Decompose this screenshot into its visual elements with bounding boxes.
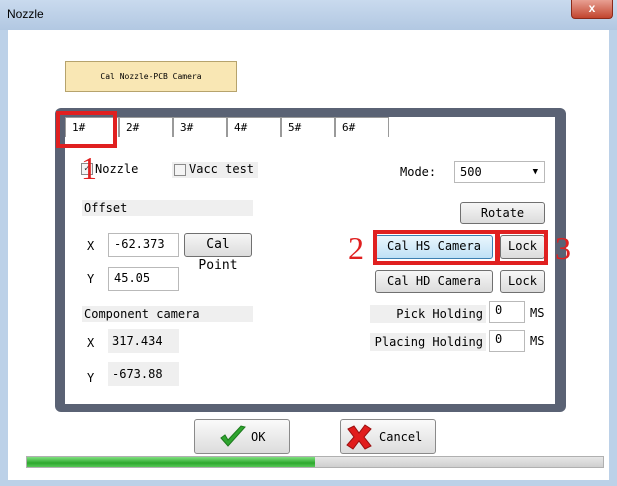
mode-value: 500 [460,165,482,179]
tab-6[interactable]: 6# [335,117,389,137]
mode-label: Mode: [400,165,437,179]
cal-nozzle-pcb-camera-button[interactable]: Cal Nozzle-PCB Camera [65,61,237,92]
cal-hd-camera-button[interactable]: Cal HD Camera [375,270,493,293]
pick-holding-label: Pick Holding [370,305,486,323]
mode-select[interactable]: 500 ▼ [454,161,545,183]
annotation-number-1: 1 [81,150,97,186]
annotation-number-2: 2 [348,230,364,266]
annotation-box-2 [373,230,499,265]
pick-holding-unit: MS [530,306,545,320]
cancel-button[interactable]: Cancel [340,419,436,454]
red-x-icon [346,424,372,450]
nozzle-window: Nozzle x Cal Nozzle-PCB Camera 1# 2# 3# … [0,0,617,486]
tab-3[interactable]: 3# [173,117,227,137]
offset-y-label: Y [87,272,95,286]
ok-label: OK [251,430,266,444]
offset-header: Offset [82,200,253,216]
component-y-label: Y [87,371,95,385]
component-x-label: X [87,336,95,350]
component-x-value: 317.434 [108,329,179,353]
window-title: Nozzle [7,7,44,21]
annotation-box-1 [56,111,117,148]
offset-x-field[interactable]: -62.373 [108,233,179,257]
pick-holding-field[interactable]: 0 [489,301,525,323]
annotation-box-3 [496,230,548,265]
placing-holding-label: Placing Holding [370,333,486,351]
placing-holding-field[interactable]: 0 [489,330,525,352]
title-bar: Nozzle x [0,0,617,30]
lock-hd-button[interactable]: Lock [500,270,545,293]
close-button[interactable]: x [571,0,613,19]
cancel-label: Cancel [379,430,423,444]
annotation-number-3: 3 [555,230,571,266]
tab-strip: 1# 2# 3# 4# 5# 6# [65,117,555,138]
vacc-test-checkbox[interactable] [174,164,186,176]
tab-4[interactable]: 4# [227,117,281,137]
progress-bar [26,456,604,468]
component-y-value: -673.88 [108,362,179,386]
progress-fill [27,457,315,467]
cal-point-button[interactable]: Cal Point [184,233,252,273]
offset-y-field[interactable]: 45.05 [108,267,179,291]
nozzle-checkbox-label: Nozzle [95,162,139,176]
vacc-test-label: Vacc test [189,162,255,176]
placing-holding-unit: MS [530,334,545,348]
tab-2[interactable]: 2# [119,117,173,137]
check-icon [220,425,246,447]
tab-5[interactable]: 5# [281,117,335,137]
chevron-down-icon: ▼ [532,167,538,177]
offset-x-label: X [87,239,95,253]
rotate-button[interactable]: Rotate [460,202,545,224]
component-camera-header: Component camera [82,306,253,322]
ok-button[interactable]: OK [194,419,290,454]
